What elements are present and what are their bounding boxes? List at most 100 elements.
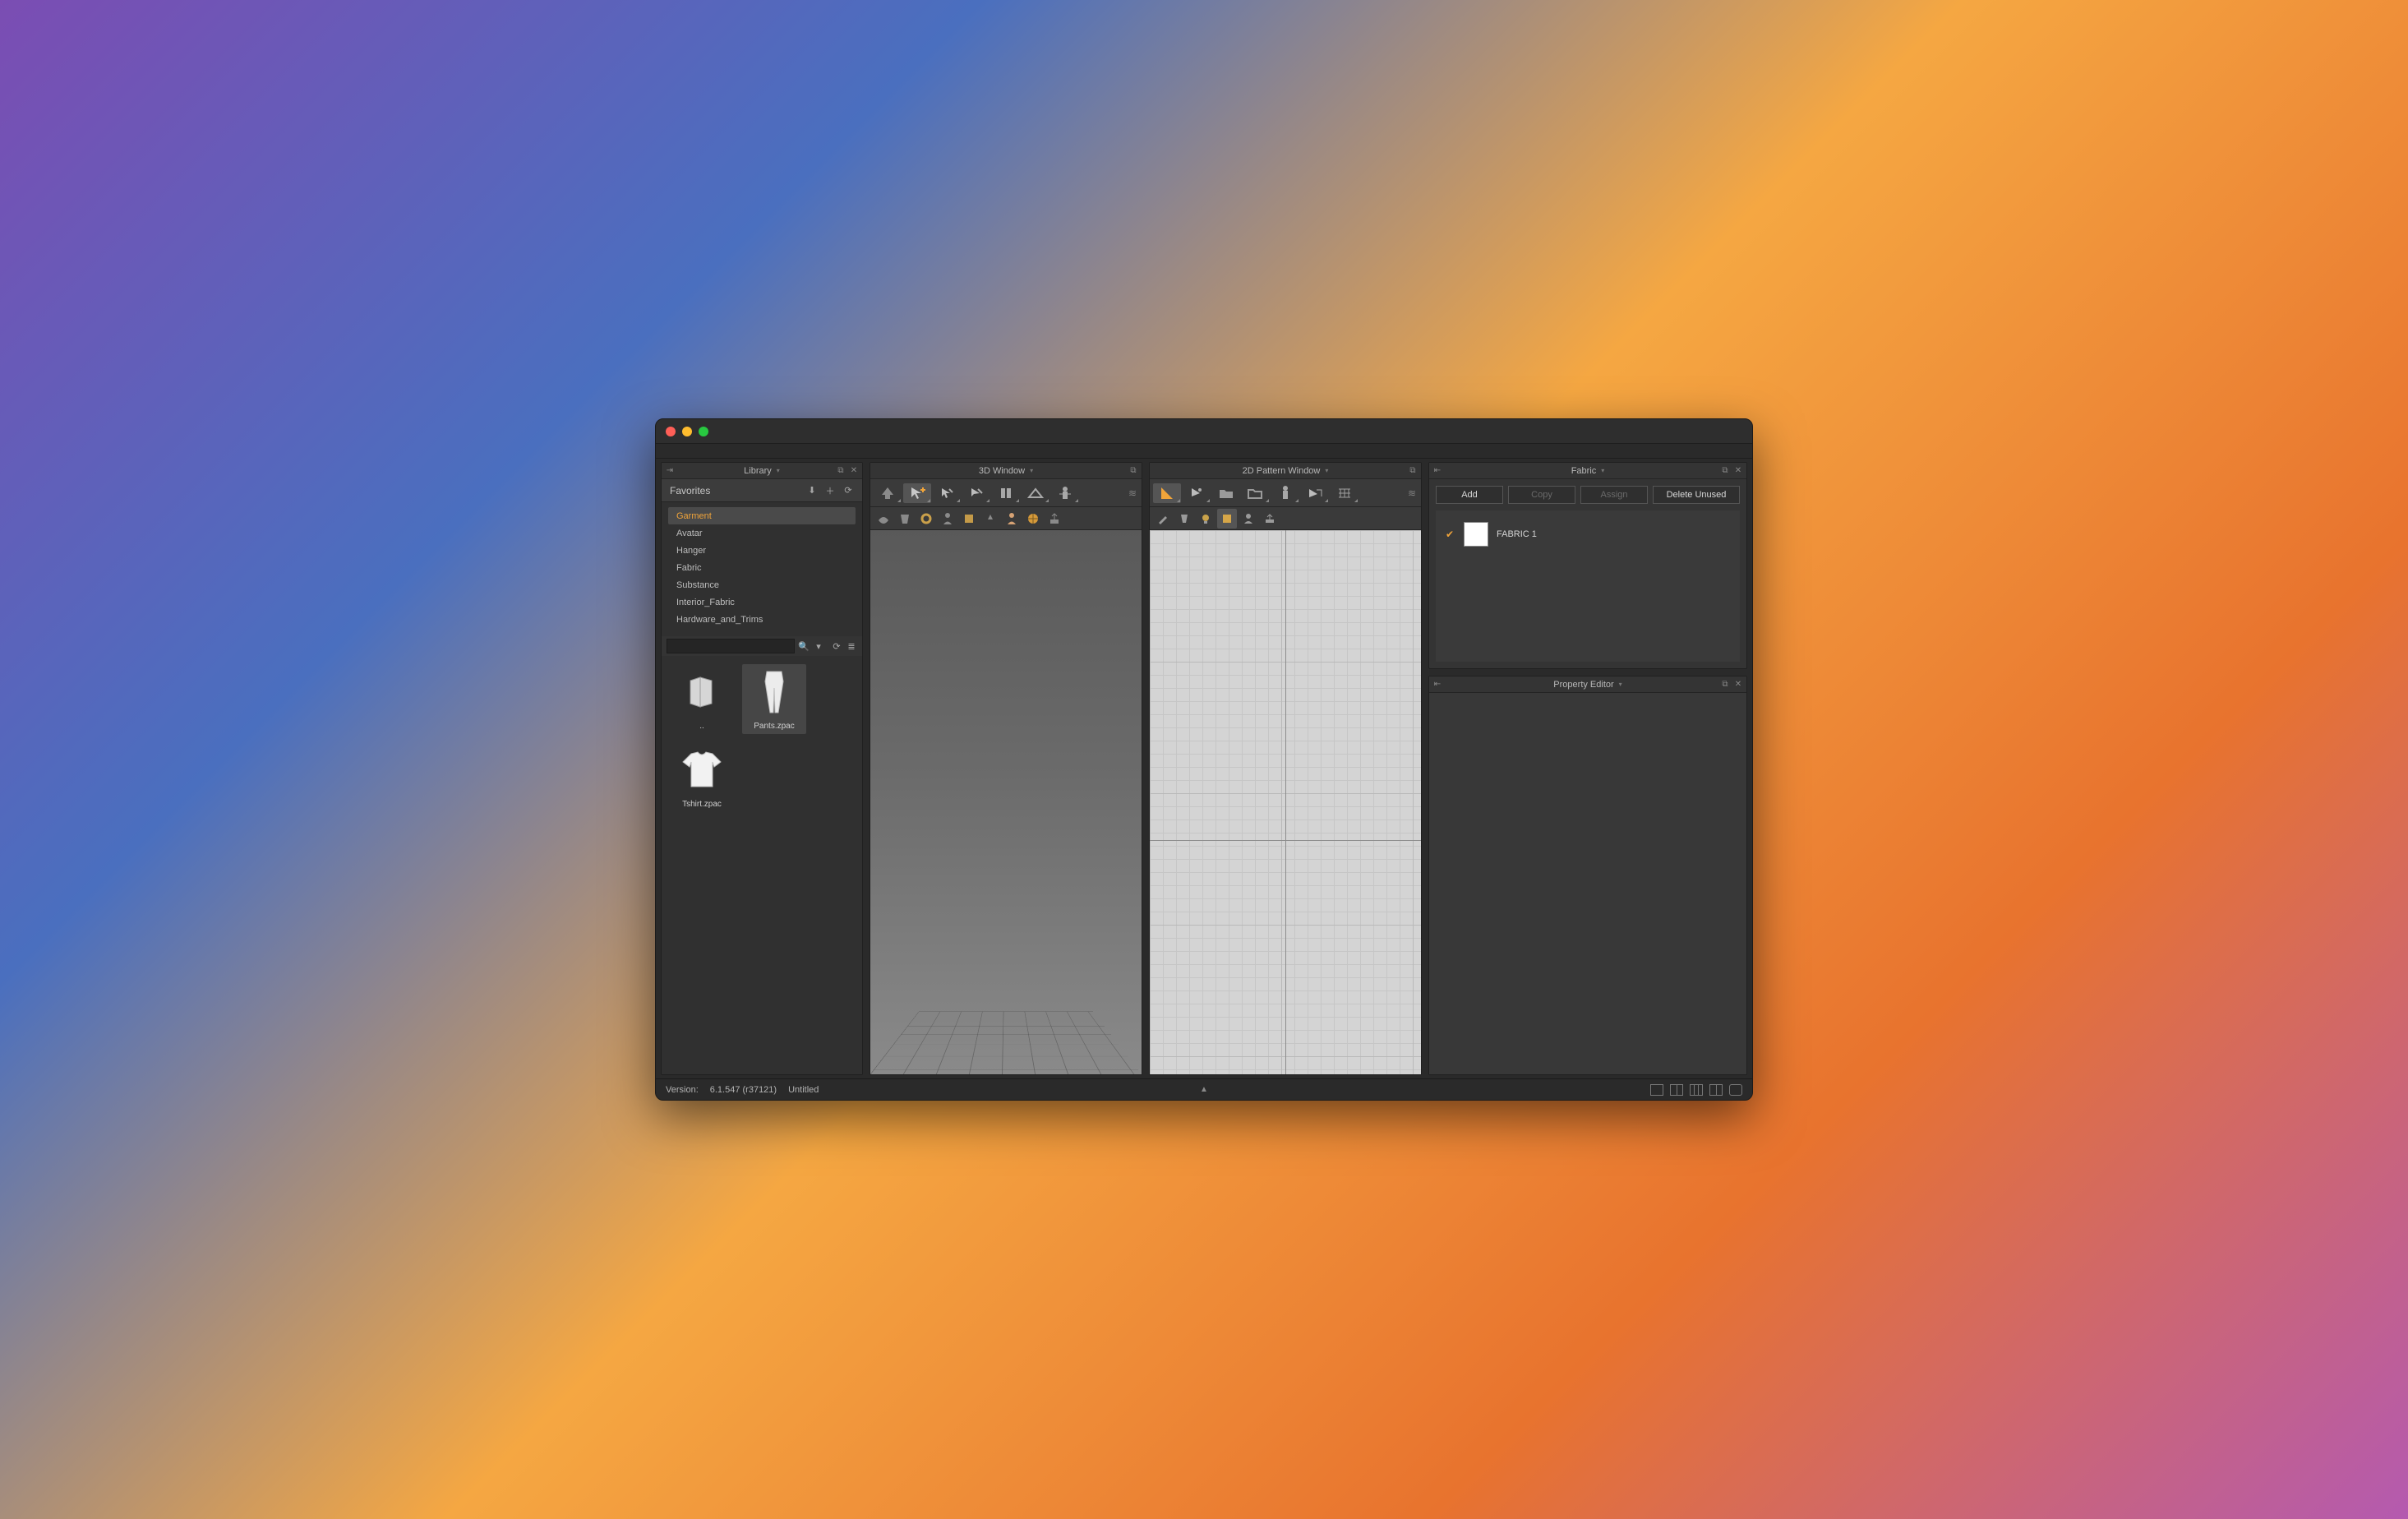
chevron-down-icon[interactable]: ▾ (1030, 467, 1033, 474)
add-fabric-button[interactable]: Add (1436, 486, 1503, 504)
arrangement-tool[interactable] (992, 483, 1020, 503)
pin-tool[interactable] (933, 483, 961, 503)
category-garment[interactable]: Garment (668, 507, 856, 524)
pen-tool-icon[interactable] (1153, 509, 1173, 529)
category-label: Hanger (676, 546, 706, 556)
pin-display-icon[interactable] (980, 509, 1000, 529)
garment-2d-icon[interactable] (1174, 509, 1194, 529)
window-3d-header[interactable]: 3D Window ▾ ⧉ (870, 463, 1142, 479)
window-2d-panel: 2D Pattern Window ▾ ⧉ ≋ (1149, 462, 1422, 1075)
panel-title: 2D Pattern Window (1243, 466, 1321, 476)
tshirt-icon (677, 746, 727, 795)
pin-icon[interactable]: ⇥ (665, 466, 675, 476)
toolbar-expand-icon[interactable]: ≋ (1408, 487, 1416, 499)
layout-grid-icon[interactable] (1709, 1084, 1723, 1096)
library-panel-header[interactable]: ⇥ Library ▾ ⧉ ✕ (662, 463, 862, 479)
surface-icon[interactable] (874, 509, 893, 529)
popout-icon[interactable]: ⧉ (836, 466, 846, 476)
library-panel: ⇥ Library ▾ ⧉ ✕ Favorites ⬇ ＋ ⟳ (661, 462, 863, 1075)
edit-pattern-tool[interactable] (1153, 483, 1181, 503)
window-2d-header[interactable]: 2D Pattern Window ▾ ⧉ (1150, 463, 1421, 479)
expand-up-icon[interactable]: ▲ (1200, 1085, 1208, 1094)
fabric-swatch[interactable] (1464, 522, 1488, 547)
chevron-down-icon[interactable]: ▾ (777, 467, 780, 474)
maximize-window-button[interactable] (699, 427, 708, 436)
gear-icon[interactable] (916, 509, 936, 529)
layout-single-icon[interactable] (1650, 1084, 1663, 1096)
category-hardware-trims[interactable]: Hardware_and_Trims (668, 611, 856, 628)
minimize-window-button[interactable] (682, 427, 692, 436)
garment-display-icon[interactable] (895, 509, 915, 529)
select-move-tool[interactable] (903, 483, 931, 503)
delete-unused-button[interactable]: Delete Unused (1653, 486, 1740, 504)
library-item-label: Pants.zpac (745, 722, 803, 731)
viewport-2d[interactable] (1150, 530, 1421, 1074)
category-fabric[interactable]: Fabric (668, 559, 856, 576)
mesh-select-tool[interactable] (962, 483, 990, 503)
category-avatar[interactable]: Avatar (668, 524, 856, 542)
fold-tool[interactable] (1022, 483, 1049, 503)
chevron-down-icon[interactable]: ▾ (1601, 467, 1604, 474)
globe-icon[interactable] (1023, 509, 1043, 529)
simulate-button[interactable] (874, 483, 902, 503)
app-window: ⇥ Library ▾ ⧉ ✕ Favorites ⬇ ＋ ⟳ (655, 418, 1753, 1101)
export-icon[interactable] (1045, 509, 1064, 529)
assign-fabric-button[interactable]: Assign (1580, 486, 1648, 504)
close-window-button[interactable] (666, 427, 676, 436)
box-display-icon[interactable] (959, 509, 979, 529)
pin-icon[interactable]: ⇤ (1432, 466, 1442, 476)
panel-title: 3D Window (979, 466, 1025, 476)
category-label: Avatar (676, 529, 703, 538)
category-substance[interactable]: Substance (668, 576, 856, 593)
open-folder-tool[interactable] (1242, 483, 1270, 503)
avatar-display-icon[interactable] (938, 509, 957, 529)
note-icon[interactable] (1217, 509, 1237, 529)
fabric-panel-header[interactable]: ⇤ Fabric ▾ ⧉ ✕ (1429, 463, 1746, 479)
transform-pattern-tool[interactable] (1183, 483, 1211, 503)
library-search-row: 🔍 ▾ ⟳ ≣ (662, 636, 862, 656)
popout-icon[interactable]: ⧉ (1128, 466, 1138, 476)
library-search-input[interactable] (667, 639, 795, 653)
library-item-tshirt[interactable]: Tshirt.zpac (670, 742, 734, 812)
sewing-tool[interactable] (1301, 483, 1329, 503)
close-icon[interactable]: ✕ (1733, 680, 1743, 690)
close-icon[interactable]: ✕ (1733, 466, 1743, 476)
filter-chevron-icon[interactable]: ▾ (813, 640, 824, 652)
copy-fabric-button[interactable]: Copy (1508, 486, 1575, 504)
search-icon[interactable]: 🔍 (798, 640, 810, 652)
avatar-2d-icon[interactable] (1239, 509, 1258, 529)
layout-full-icon[interactable] (1729, 1084, 1742, 1096)
chevron-down-icon[interactable]: ▾ (1325, 467, 1328, 474)
refresh-icon[interactable]: ⟳ (831, 640, 842, 652)
popout-icon[interactable]: ⧉ (1408, 466, 1418, 476)
fabric-item[interactable]: ✔ FABRIC 1 (1444, 522, 1732, 547)
library-item-up[interactable]: .. (670, 664, 734, 734)
layout-2col-icon[interactable] (1670, 1084, 1683, 1096)
titlebar (656, 419, 1752, 444)
bulb-icon[interactable] (1196, 509, 1216, 529)
property-editor-header[interactable]: ⇤ Property Editor ▾ ⧉ ✕ (1429, 676, 1746, 693)
library-item-pants[interactable]: Pants.zpac (742, 664, 806, 734)
download-icon[interactable]: ⬇ (806, 485, 818, 496)
category-interior-fabric[interactable]: Interior_Fabric (668, 593, 856, 611)
popout-icon[interactable]: ⧉ (1720, 680, 1730, 690)
export-2d-icon[interactable] (1260, 509, 1280, 529)
close-icon[interactable]: ✕ (849, 466, 859, 476)
fabric-list: ✔ FABRIC 1 (1436, 510, 1740, 662)
toolbar-expand-icon[interactable]: ≋ (1128, 487, 1137, 499)
avatar-sync-tool[interactable] (1271, 483, 1299, 503)
category-hanger[interactable]: Hanger (668, 542, 856, 559)
pin-icon[interactable]: ⇤ (1432, 680, 1442, 690)
popout-icon[interactable]: ⧉ (1720, 466, 1730, 476)
refresh-icon[interactable]: ⟳ (842, 485, 854, 496)
add-icon[interactable]: ＋ (824, 485, 836, 496)
layout-3col-icon[interactable] (1690, 1084, 1703, 1096)
grid-tool[interactable] (1331, 483, 1359, 503)
chevron-down-icon[interactable]: ▾ (1619, 681, 1622, 688)
skin-color-icon[interactable] (1002, 509, 1022, 529)
folder-tool[interactable] (1212, 483, 1240, 503)
layout-switcher (1650, 1084, 1742, 1096)
list-view-icon[interactable]: ≣ (846, 640, 857, 652)
viewport-3d[interactable] (870, 530, 1142, 1074)
avatar-edit-tool[interactable] (1051, 483, 1079, 503)
